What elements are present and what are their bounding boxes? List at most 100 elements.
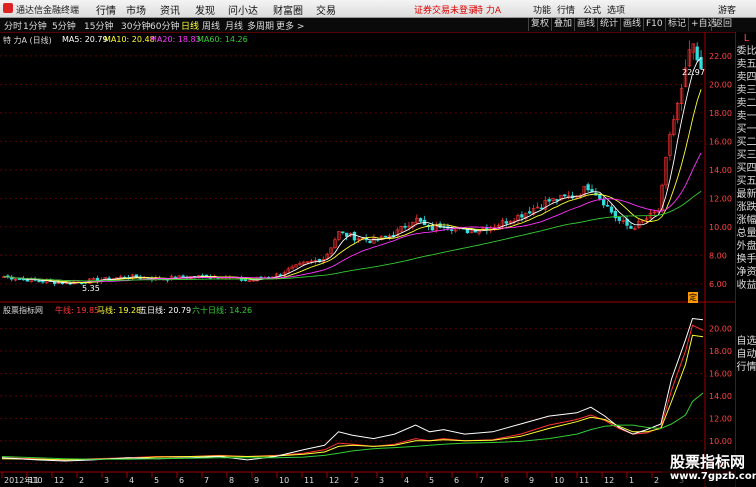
horse-line — [1, 334, 704, 461]
panel-label-1[interactable]: 委比 — [736, 45, 756, 58]
line-button[interactable]: 画线 — [620, 18, 643, 31]
candle-body — [605, 204, 610, 207]
price-tick-label: 20.00 — [709, 80, 732, 89]
panel-label-6[interactable]: 卖一 — [736, 110, 756, 123]
panel-label-9[interactable]: 买三 — [736, 149, 756, 162]
panel-label-7[interactable]: 买一 — [736, 123, 756, 136]
period-tab-1min[interactable]: 1分钟 — [23, 19, 47, 32]
lock-flag[interactable]: 定 — [688, 292, 698, 303]
horse-line-label: 马线: 19.28 — [97, 306, 142, 315]
ma20-line — [3, 152, 702, 282]
panel-label-3[interactable]: 卖四 — [736, 71, 756, 84]
menu-market[interactable]: 行情 — [96, 2, 116, 17]
menu-trade[interactable]: 交易 — [316, 2, 336, 17]
f10-button[interactable]: F10 — [643, 18, 665, 31]
draw-button[interactable]: 画线 — [574, 18, 597, 31]
panel-bottom-label-2[interactable]: 行情 — [736, 361, 756, 374]
watermark: 股票指标网 www.7gpzb.com — [662, 450, 756, 486]
period-tab-15min[interactable]: 15分钟 — [84, 19, 113, 32]
price-tick-label: 12.00 — [709, 194, 732, 203]
date-tick-label: 9 — [254, 476, 259, 485]
indicator-name: 股票指标网 — [3, 306, 43, 315]
price-tick-label: 10.00 — [709, 223, 732, 232]
panel-label-13[interactable]: 涨跌 — [736, 201, 756, 214]
price-tick-label: 8.00 — [709, 251, 727, 260]
panel-label-17[interactable]: 换手 — [736, 253, 756, 266]
sub-tick-label: 16.00 — [709, 369, 732, 378]
date-tick-label: 3 — [104, 476, 109, 485]
menu-function[interactable]: 功能 — [533, 3, 551, 16]
mark-button[interactable]: 标记 — [665, 18, 688, 31]
ma60-sub-label: 六十日线: 14.26 — [192, 306, 253, 315]
stats-button[interactable]: 统计 — [597, 18, 620, 31]
menu-news[interactable]: 资讯 — [160, 2, 180, 17]
panel-label-16[interactable]: 外盘 — [736, 240, 756, 253]
candle-body — [430, 225, 434, 231]
panel-bottom-label-0[interactable]: 自选 — [736, 335, 756, 348]
menu-ask[interactable]: 问小达 — [228, 2, 258, 17]
candle-body — [41, 280, 45, 283]
candle-body — [695, 46, 699, 61]
login-warning[interactable]: 证券交易未登录 — [414, 3, 477, 16]
candle-body — [344, 232, 349, 237]
app-title: 通达信金融终端 — [16, 6, 80, 16]
date-tick-label: 5 — [429, 476, 434, 485]
price-tick-label: 16.00 — [709, 137, 732, 146]
panel-label-11[interactable]: 买五 — [736, 175, 756, 188]
panel-label-12[interactable]: 最新 — [736, 188, 756, 201]
adjust-button[interactable]: 复权 — [528, 18, 551, 31]
ma60-line — [3, 190, 702, 282]
ma5-line — [3, 57, 702, 284]
panel-label-8[interactable]: 买二 — [736, 136, 756, 149]
price-tick-label: 14.00 — [709, 166, 732, 175]
ma60-sub-line — [1, 392, 704, 460]
period-tab-week[interactable]: 周线 — [202, 19, 220, 32]
price-tick-label: 6.00 — [709, 280, 727, 289]
menu-exchange[interactable]: 市场 — [126, 2, 146, 17]
date-tick-label: 7 — [204, 476, 209, 485]
panel-label-0[interactable]: L — [736, 32, 756, 45]
sub-tick-label: 18.00 — [709, 347, 732, 356]
date-tick-label: 10 — [554, 476, 564, 485]
back-button[interactable]: 返回 — [711, 18, 734, 31]
period-tab-month[interactable]: 月线 — [225, 19, 243, 32]
overlay-button[interactable]: 叠加 — [551, 18, 574, 31]
period-tab-30min[interactable]: 30分钟 — [121, 19, 150, 32]
date-tick-label: 4 — [404, 476, 409, 485]
menu-fortune[interactable]: 财富圈 — [273, 2, 303, 17]
guest-label[interactable]: 游客 — [718, 3, 736, 16]
ma-lines — [3, 57, 702, 284]
candle-body — [528, 211, 532, 214]
date-tick-label: 4 — [129, 476, 134, 485]
kline-chart[interactable]: 22.0020.0018.0016.0014.0012.0010.008.006… — [0, 32, 735, 487]
panel-label-19[interactable]: 收益 — [736, 279, 756, 292]
bull-line — [1, 324, 704, 461]
panel-label-18[interactable]: 净资 — [736, 266, 756, 279]
menu-quote[interactable]: 行情 — [557, 3, 575, 16]
period-tab-time[interactable]: 分时 — [4, 19, 22, 32]
menu-options[interactable]: 选项 — [607, 3, 625, 16]
period-tab-multi[interactable]: 多周期 — [247, 19, 274, 32]
candle-body — [278, 274, 283, 276]
menu-formula[interactable]: 公式 — [583, 3, 601, 16]
panel-label-10[interactable]: 买四 — [736, 162, 756, 175]
menu-discover[interactable]: 发现 — [195, 2, 215, 17]
panel-label-4[interactable]: 卖三 — [736, 84, 756, 97]
period-tab-60min[interactable]: 60分钟 — [150, 19, 179, 32]
period-tab-more[interactable]: 更多 > — [276, 19, 304, 32]
date-tick-label: 7 — [479, 476, 484, 485]
sub-tick-label: 12.00 — [709, 414, 732, 423]
candlesticks — [2, 40, 703, 287]
period-tab-5min[interactable]: 5分钟 — [52, 19, 76, 32]
candle-body — [368, 240, 372, 244]
date-tick-label: 12 — [329, 476, 339, 485]
panel-label-14[interactable]: 涨幅 — [736, 214, 756, 227]
panel-label-15[interactable]: 总量 — [736, 227, 756, 240]
panel-bottom-label-1[interactable]: 自动 — [736, 348, 756, 361]
panel-label-5[interactable]: 卖二 — [736, 97, 756, 110]
date-tick-label: 6 — [179, 476, 184, 485]
period-tab-day[interactable]: 日线 — [181, 19, 199, 32]
panel-label-2[interactable]: 卖五 — [736, 58, 756, 71]
sub-tick-label: 10.00 — [709, 437, 732, 446]
date-tick-label: 11 — [29, 476, 39, 485]
